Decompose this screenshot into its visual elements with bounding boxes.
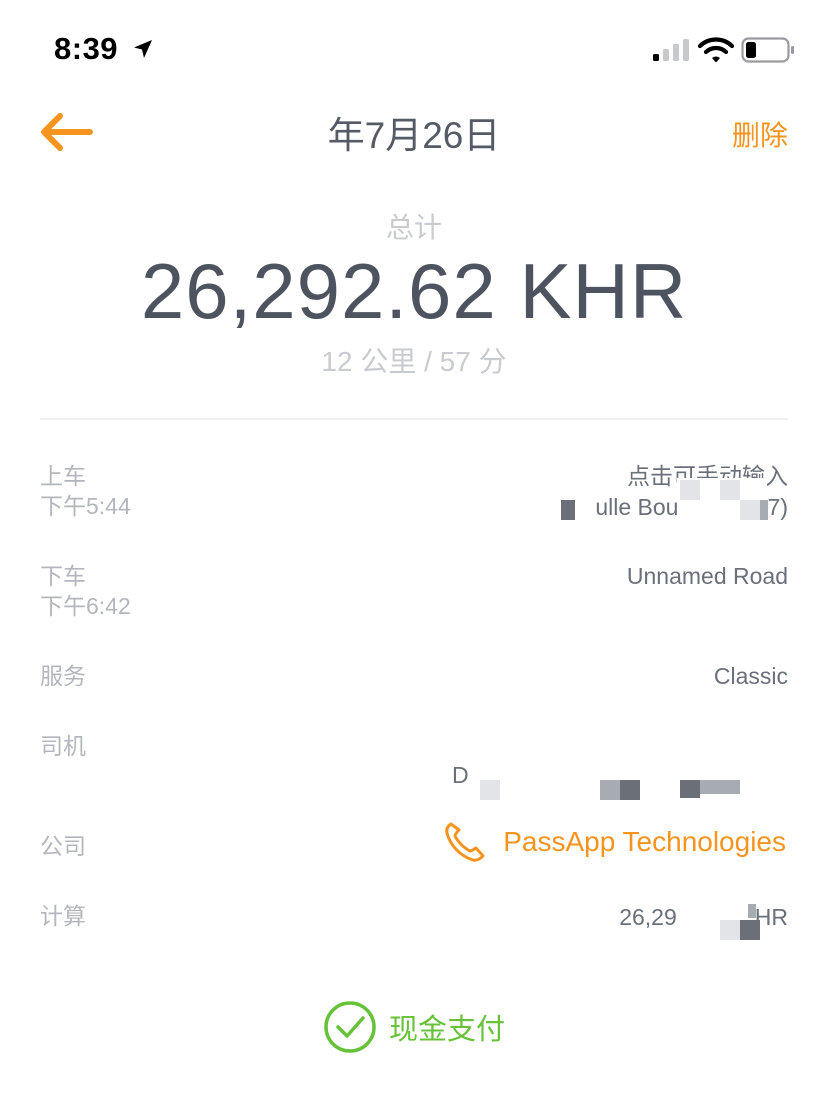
payment-method: 现金支付 [0, 1000, 828, 1054]
redaction-block [740, 920, 760, 940]
phone-icon [445, 822, 485, 862]
dropoff-label: 下车 [40, 563, 86, 589]
check-circle-icon [324, 1001, 376, 1053]
trip-distance-duration: 12 公里 / 57 分 [321, 346, 507, 377]
total-amount: 26,292.62 KHR [140, 247, 688, 335]
status-time: 8:39 [54, 31, 119, 66]
calculation-value-start: 26,29 [619, 904, 677, 930]
service-value: Classic [713, 663, 788, 689]
redaction-block [561, 500, 575, 520]
driver-label: 司机 [40, 733, 86, 759]
status-bar: 8:39 [0, 0, 828, 96]
service-label: 服务 [40, 663, 86, 689]
location-arrow-icon [134, 40, 152, 58]
redaction-block [680, 480, 700, 500]
redaction-block [700, 780, 740, 794]
company-label: 公司 [40, 833, 86, 859]
redaction-block [620, 780, 640, 800]
dropoff-address: Unnamed Road [626, 563, 788, 589]
redaction-block [748, 904, 756, 918]
calculation-label: 计算 [40, 903, 86, 929]
page-title: 年7月26日 [327, 115, 501, 156]
call-company-button[interactable]: PassApp Technologies [443, 818, 786, 866]
battery-icon [741, 37, 794, 63]
driver-name: D [452, 762, 469, 788]
redaction-block [720, 480, 740, 500]
cellular-signal-icon [653, 39, 689, 61]
delete-button[interactable]: 删除 [732, 114, 788, 154]
redaction-block [480, 780, 500, 800]
payment-method-label: 现金支付 [388, 1014, 505, 1046]
pickup-address-text: ulle Boul [595, 494, 684, 520]
wifi-icon [698, 37, 734, 63]
redaction-block [720, 920, 740, 940]
pickup-address-tail: 7) [767, 494, 788, 520]
dropoff-time: 下午6:42 [40, 593, 131, 619]
redaction-block [760, 500, 768, 520]
pickup-label: 上车 [40, 463, 86, 489]
divider [40, 418, 788, 420]
pickup-time: 下午5:44 [40, 493, 131, 519]
redaction-block [600, 780, 620, 800]
calculation-value: 26,29 HR [619, 902, 788, 932]
total-label: 总计 [385, 212, 442, 243]
company-name: PassApp Technologies [503, 826, 786, 857]
redaction-block [740, 500, 760, 520]
redaction-block [680, 780, 700, 798]
